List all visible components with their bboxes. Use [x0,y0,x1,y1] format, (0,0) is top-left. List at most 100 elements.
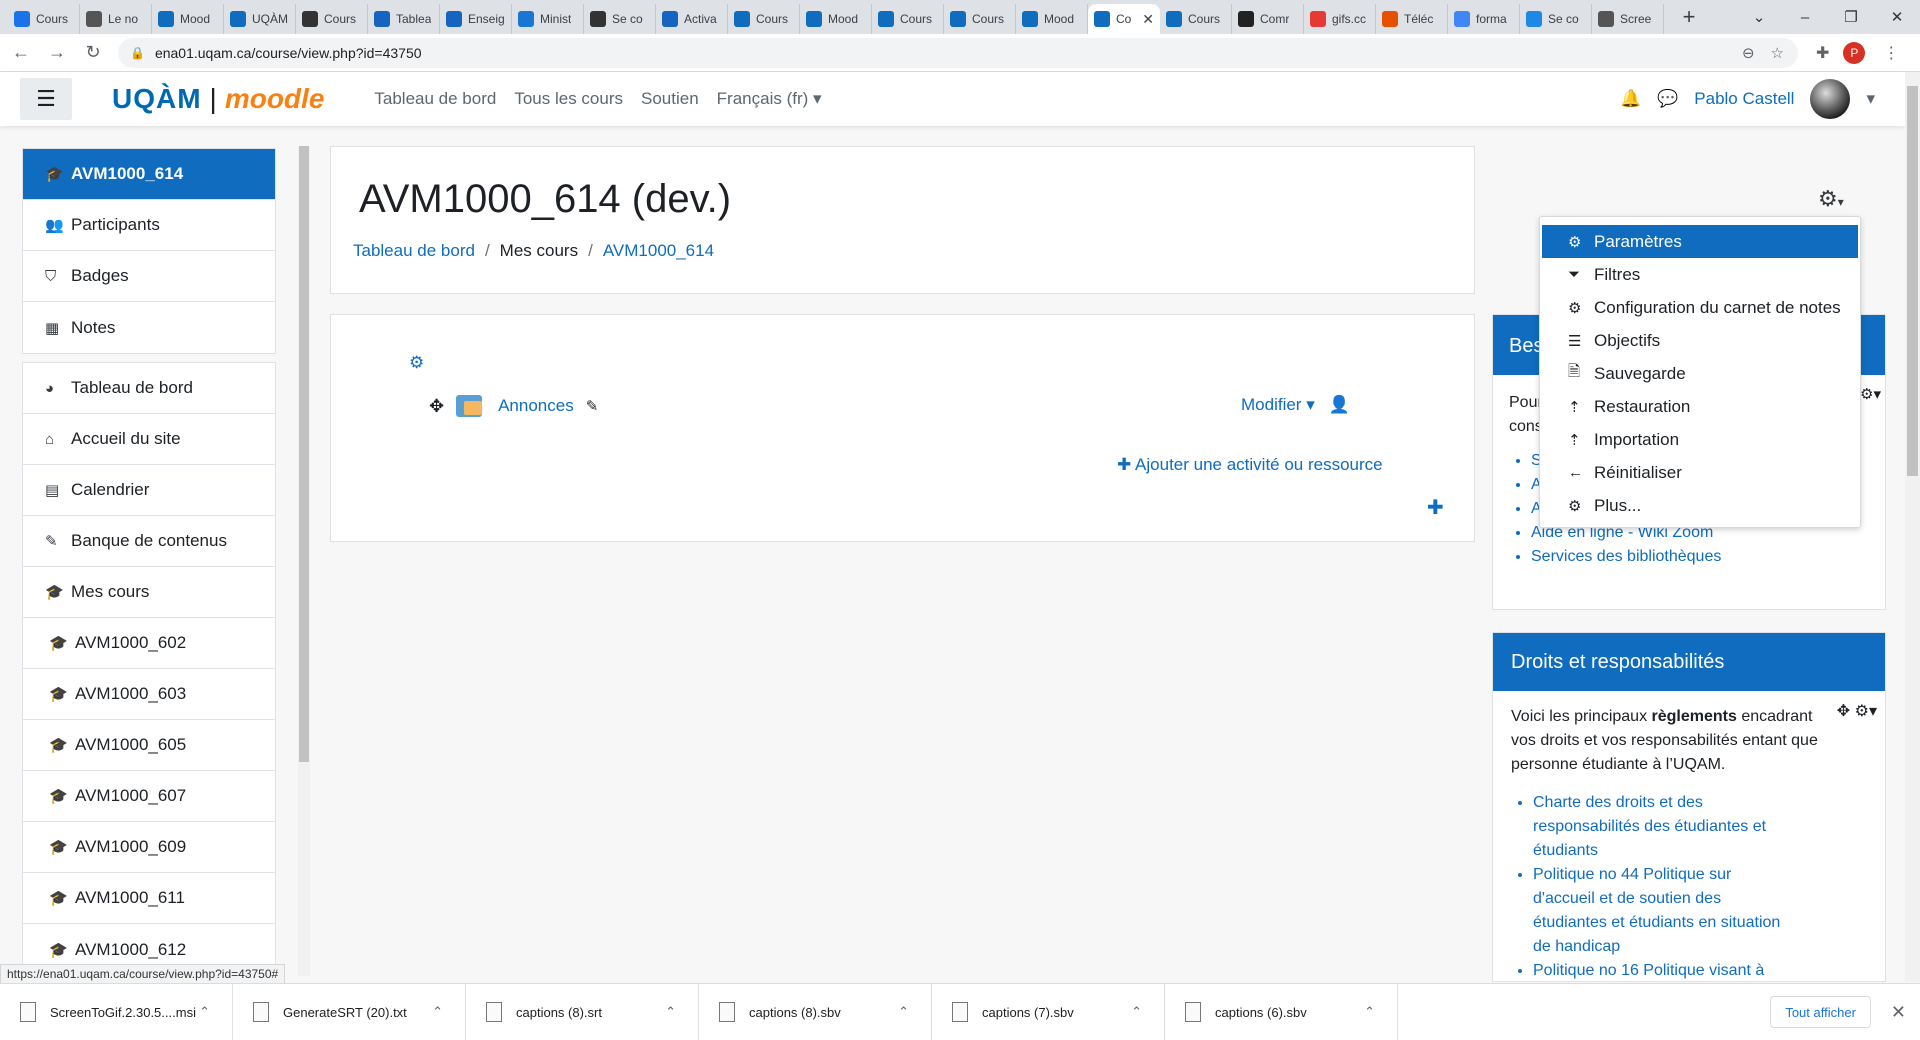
download-item[interactable]: captions (6).sbv ⌃ [1165,983,1398,1040]
chevron-up-icon[interactable]: ⌃ [1131,1004,1142,1020]
browser-tab[interactable]: Enseig [440,4,512,34]
browser-tab[interactable]: Cours [296,4,368,34]
move-icon[interactable]: ✥ [429,396,444,417]
drawer-item[interactable]: ✎ Banque de contenus [23,516,275,567]
menu-item[interactable]: ⇡ Importation [1540,423,1860,456]
section-settings-gear-icon[interactable]: ⚙ [409,353,424,373]
download-item[interactable]: GenerateSRT (20).txt ⌃ [233,983,466,1040]
drawer-item[interactable]: ▦ Notes [23,302,275,353]
drawer-item[interactable]: 🎓 AVM1000_607 [23,771,275,822]
nav-dashboard-link[interactable]: Tableau de bord [374,89,496,109]
user-icon[interactable]: 👤 [1329,395,1350,415]
browser-tab[interactable]: Tablea [368,4,440,34]
chevron-up-icon[interactable]: ⌃ [432,1004,443,1020]
browser-tab[interactable]: Mood [1016,4,1088,34]
page-scrollbar-thumb[interactable] [1907,86,1918,476]
add-activity-link[interactable]: ✚ Ajouter une activité ou ressource [1117,455,1383,475]
drawer-item[interactable]: 🎓 AVM1000_611 [23,873,275,924]
breadcrumb-dashboard[interactable]: Tableau de bord [353,241,475,261]
browser-tab[interactable]: Scree [1592,4,1664,34]
nav-support-link[interactable]: Soutien [641,89,699,109]
drawer-item[interactable]: 🎓 AVM1000_603 [23,669,275,720]
extensions-icon[interactable]: ✚ [1816,43,1829,63]
menu-item[interactable]: ← Réinitialiser [1540,456,1860,489]
drawer-item[interactable]: 🎓 Mes cours [23,567,275,618]
browser-tab[interactable]: Le no [80,4,152,34]
chevron-up-icon[interactable]: ⌃ [1364,1004,1375,1020]
close-tab-icon[interactable]: ✕ [1142,11,1154,28]
help-link[interactable]: Services des bibliothèques [1531,545,1869,569]
modify-menu[interactable]: Modifier ▾ 👤 [1241,395,1350,415]
browser-tab[interactable]: Mood [800,4,872,34]
drawer-item[interactable]: 🎓 AVM1000_609 [23,822,275,873]
back-icon[interactable]: ← [6,42,36,63]
browser-tab[interactable]: Minist [512,4,584,34]
browser-tab[interactable]: Se co [1520,4,1592,34]
menu-item[interactable]: ⏷ Filtres [1540,258,1860,291]
new-tab-icon[interactable]: + [1674,4,1704,30]
browser-tab[interactable]: Cours [728,4,800,34]
browser-tab[interactable]: gifs.cc [1304,4,1376,34]
language-menu[interactable]: Français (fr) ▾ [717,89,822,109]
drawer-item[interactable]: 👥 Participants [23,200,275,251]
user-avatar[interactable] [1810,79,1851,119]
browser-tab[interactable]: UQÀM [224,4,296,34]
browser-menu-icon[interactable]: ⋮ [1883,43,1899,63]
drawer-scrollbar[interactable] [298,146,310,976]
drawer-item[interactable]: 🎓 AVM1000_605 [23,720,275,771]
download-item[interactable]: captions (7).sbv ⌃ [932,983,1165,1040]
add-section-plus-icon[interactable]: ✚ [1427,495,1444,520]
profile-avatar[interactable]: P [1843,41,1866,64]
menu-item[interactable]: 🗎 Sauvegarde [1540,357,1860,390]
notifications-bell-icon[interactable]: 🔔 [1620,89,1641,109]
rights-link[interactable]: Charte des droits et des responsabilités… [1533,791,1783,863]
browser-tab[interactable]: Cours [944,4,1016,34]
browser-tab[interactable]: Comr [1232,4,1304,34]
drawer-toggle-button[interactable]: ☰ [20,78,72,120]
show-all-downloads-button[interactable]: Tout afficher [1770,996,1871,1028]
menu-item[interactable]: ☰ Objectifs [1540,324,1860,357]
download-item[interactable]: ScreenToGif.2.30.5....msi ⌃ [0,983,233,1040]
edit-pencil-icon[interactable]: ✎ [586,397,599,415]
close-downloads-icon[interactable]: ✕ [1891,1002,1906,1023]
zoom-icon[interactable]: ⊖ [1742,44,1755,62]
browser-tab[interactable]: Téléc [1376,4,1448,34]
chevron-up-icon[interactable]: ⌃ [199,1004,210,1020]
browser-tab[interactable]: Mood [152,4,224,34]
url-input[interactable]: 🔒 ena01.uqam.ca/course/view.php?id=43750… [118,37,1798,68]
course-settings-gear-icon[interactable]: ⚙▾ [1818,186,1844,212]
drawer-item[interactable]: ▤ Calendrier [23,465,275,516]
chevron-up-icon[interactable]: ⌃ [665,1004,676,1020]
menu-item[interactable]: ⚙ Plus... [1540,489,1860,522]
drawer-item[interactable]: 🎓 AVM1000_602 [23,618,275,669]
minimize-icon[interactable]: – [1782,9,1828,26]
browser-tab[interactable]: forma [1448,4,1520,34]
restore-icon[interactable]: ❐ [1828,8,1874,26]
tab-search-icon[interactable]: ⌄ [1736,8,1782,26]
rights-link[interactable]: Politique no 16 Politique visant à préve… [1533,959,1783,981]
browser-tab[interactable]: Activa [656,4,728,34]
download-item[interactable]: captions (8).sbv ⌃ [699,983,932,1040]
site-logo[interactable]: UQÀM | moodle [112,83,324,115]
browser-tab[interactable]: Cours [8,4,80,34]
messages-icon[interactable]: 💬 [1657,89,1678,109]
close-window-icon[interactable]: ✕ [1874,8,1920,26]
bookmark-star-icon[interactable]: ☆ [1771,44,1784,62]
activity-link[interactable]: Annonces [498,396,574,416]
browser-tab[interactable]: Cours [1160,4,1232,34]
user-name[interactable]: Pablo Castell [1694,89,1794,109]
drawer-item[interactable]: ⌂ Accueil du site [23,414,275,465]
block-move-gear-icon[interactable]: ✥ ⚙▾ [1837,701,1877,721]
breadcrumb-course[interactable]: AVM1000_614 [603,241,714,261]
drawer-scrollbar-thumb[interactable] [299,146,309,762]
drawer-item[interactable]: ⛉ Badges [23,251,275,302]
nav-all-courses-link[interactable]: Tous les cours [514,89,623,109]
menu-item[interactable]: ⚙ Configuration du carnet de notes [1540,291,1860,324]
block-actions-icon[interactable]: ⚙▾ [1860,385,1881,403]
browser-tab[interactable]: Cours [872,4,944,34]
user-menu-caret-icon[interactable]: ▾ [1866,89,1875,109]
page-scrollbar[interactable] [1905,72,1920,982]
browser-tab[interactable]: Co ✕ [1088,4,1160,34]
rights-link[interactable]: Politique no 44 Politique sur d'accueil … [1533,863,1783,959]
menu-item[interactable]: ⚙ Paramètres [1542,225,1858,258]
